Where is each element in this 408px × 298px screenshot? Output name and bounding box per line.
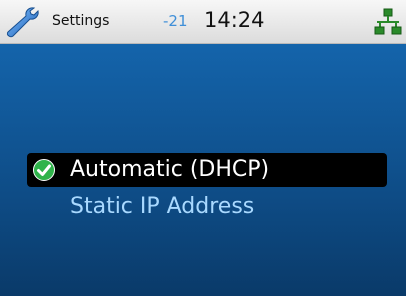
menu-item-static-ip[interactable]: Static IP Address (27, 190, 387, 224)
wrench-icon[interactable] (4, 6, 40, 38)
screen-title: Settings (52, 13, 110, 29)
clock-time: 14:24 (204, 8, 265, 32)
device-screen: Settings -21 14:24 Automatic (DHCP) Stat… (0, 0, 408, 298)
menu-item-label: Automatic (DHCP) (70, 157, 270, 182)
menu-item-automatic-dhcp[interactable]: Automatic (DHCP) (27, 153, 387, 187)
status-bar: Settings -21 14:24 (0, 0, 406, 44)
signal-strength: -21 (163, 12, 188, 30)
check-circle-icon (33, 159, 55, 181)
network-icon (374, 8, 402, 35)
menu-screen: Automatic (DHCP) Static IP Address (0, 44, 406, 296)
menu-item-label: Static IP Address (70, 194, 255, 219)
